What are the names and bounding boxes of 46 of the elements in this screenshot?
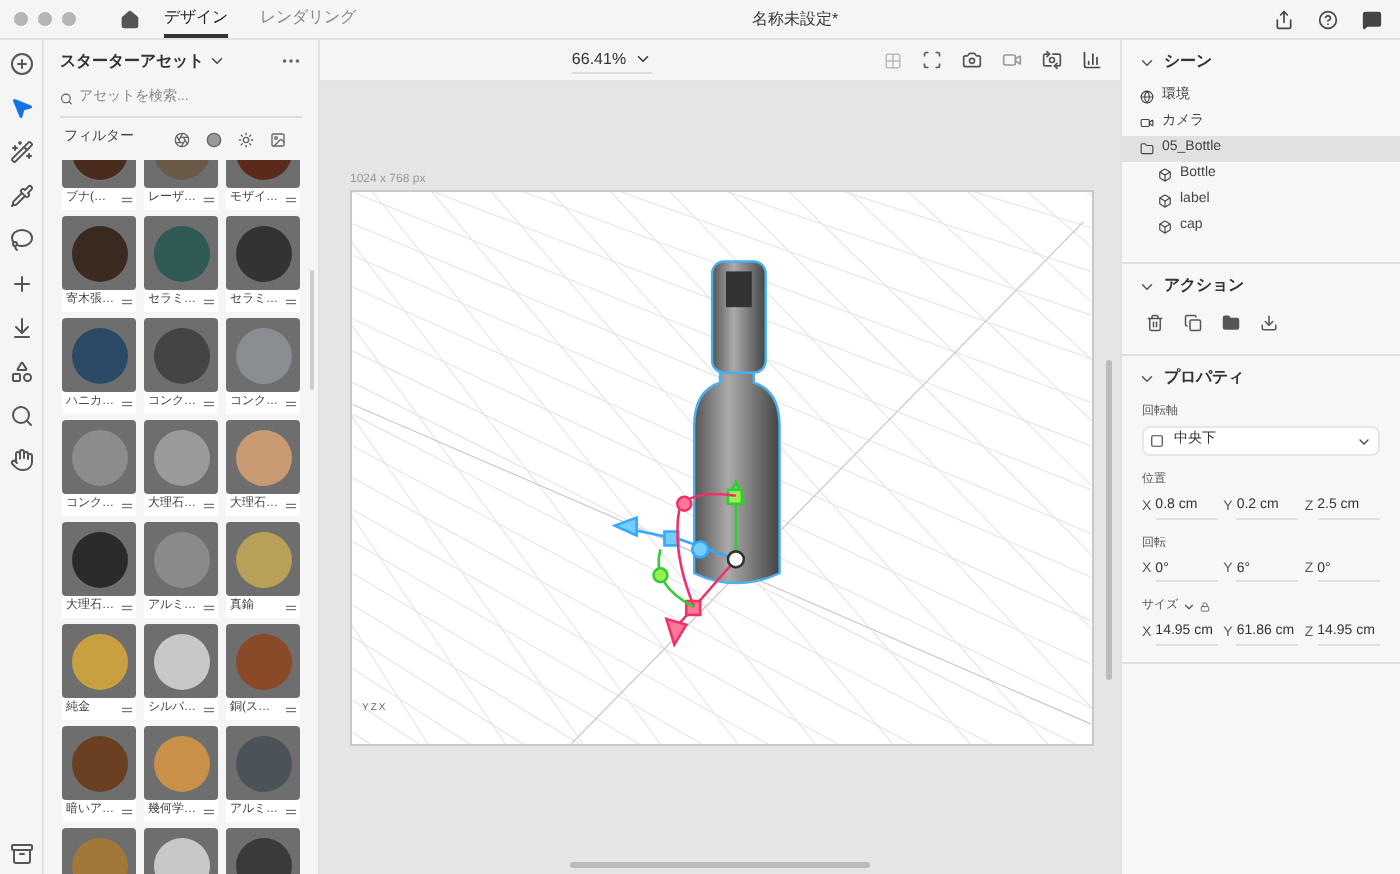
- scrollbar[interactable]: [570, 862, 870, 868]
- hand-icon[interactable]: [9, 448, 33, 472]
- eyedropper-icon[interactable]: [9, 184, 33, 208]
- cube-icon: [1158, 220, 1172, 234]
- trash-icon[interactable]: [1146, 314, 1164, 332]
- wand-icon[interactable]: [9, 140, 33, 164]
- window-title: 名称未設定*: [751, 7, 839, 31]
- camera-switch-icon[interactable]: [1042, 50, 1062, 70]
- scrollbar[interactable]: [310, 270, 314, 390]
- search-icon[interactable]: [9, 404, 33, 428]
- duplicate-icon[interactable]: [1184, 314, 1202, 332]
- camera-icon[interactable]: [962, 50, 982, 70]
- bottle-drawing[interactable]: [693, 260, 781, 585]
- panel-title[interactable]: スターターアセット: [60, 49, 204, 73]
- shapes-icon[interactable]: [9, 360, 33, 384]
- globe-icon: [1140, 90, 1154, 104]
- folder-icon: [1140, 142, 1154, 156]
- chevron-icon[interactable]: [1182, 600, 1196, 614]
- bars-icon[interactable]: [1082, 50, 1102, 70]
- chat-icon[interactable]: [1362, 9, 1382, 29]
- share-icon[interactable]: [1274, 9, 1294, 29]
- archive-icon[interactable]: [9, 842, 33, 866]
- home-icon[interactable]: [120, 9, 140, 29]
- chevron-icon[interactable]: [208, 52, 226, 70]
- video-camera-icon[interactable]: [1002, 50, 1022, 70]
- square-icon: [1150, 434, 1164, 448]
- cube-icon: [1158, 194, 1172, 208]
- section-title: プロパティ: [1164, 366, 1244, 390]
- chevron-icon: [634, 50, 653, 68]
- lasso-icon[interactable]: [9, 228, 33, 252]
- cube-icon: [1158, 168, 1172, 182]
- plus-icon[interactable]: [9, 272, 33, 296]
- section-title: アクション: [1164, 274, 1244, 298]
- pointer-icon[interactable]: [9, 96, 33, 120]
- arrow-down-icon[interactable]: [9, 316, 33, 340]
- transform-gizmo-drawing[interactable]: [611, 478, 746, 648]
- lock-icon[interactable]: [1200, 602, 1210, 612]
- section-title: シーン: [1164, 50, 1212, 74]
- folder-icon[interactable]: [1222, 314, 1240, 332]
- help-icon[interactable]: [1318, 9, 1338, 29]
- add-icon[interactable]: [9, 52, 33, 76]
- zoom-dropdown[interactable]: 66.41%: [571, 47, 653, 73]
- download-icon[interactable]: [1260, 314, 1278, 332]
- camera-icon: [1140, 116, 1154, 130]
- search-icon: [60, 92, 73, 106]
- scrollbar[interactable]: [1106, 360, 1112, 680]
